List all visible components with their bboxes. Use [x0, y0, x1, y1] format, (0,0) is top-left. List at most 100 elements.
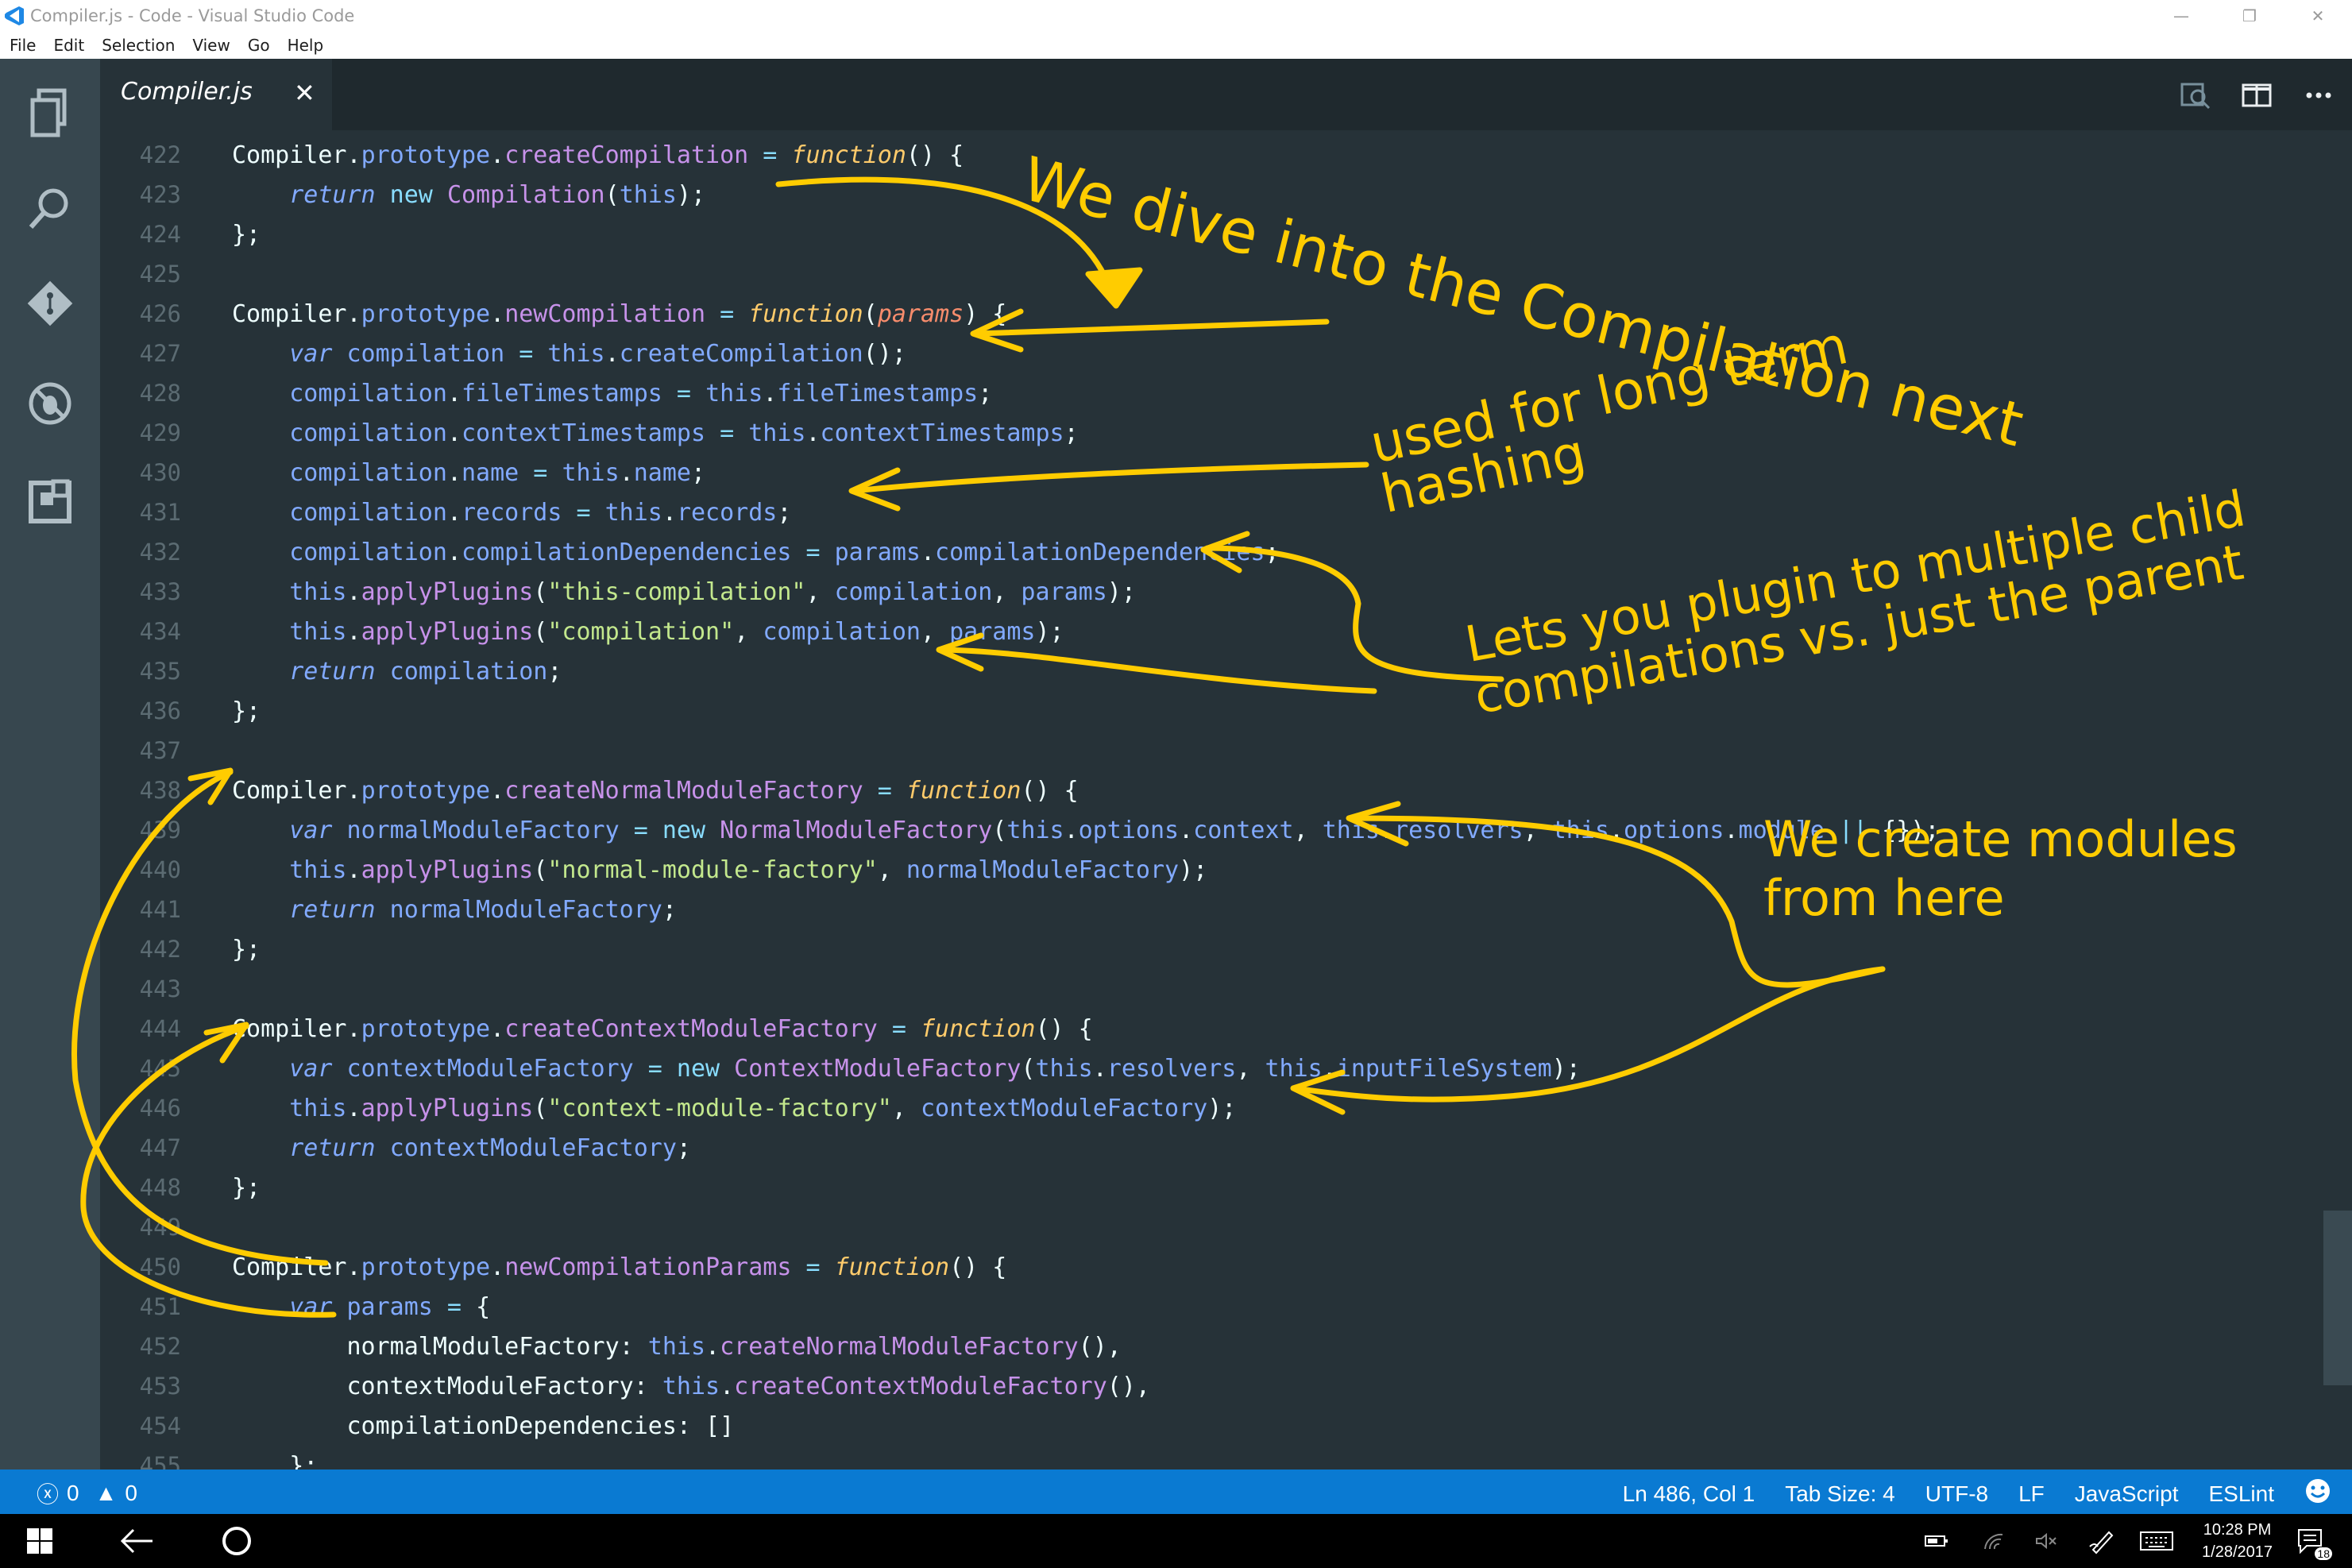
tab-compiler-js[interactable]: Compiler.js ✕ — [100, 59, 332, 130]
code-line[interactable]: normalModuleFactory: this.createNormalMo… — [232, 1328, 1121, 1365]
code-token: () { — [949, 1253, 1007, 1281]
battery-icon[interactable] — [1921, 1514, 1952, 1568]
search-icon[interactable] — [20, 178, 80, 238]
code-token: ( — [863, 300, 878, 328]
code-token: ); — [1207, 1095, 1237, 1122]
minimize-button[interactable]: — — [2147, 0, 2215, 32]
eslint-status[interactable]: ESLint — [2209, 1481, 2275, 1507]
pen-ink-icon[interactable] — [2086, 1514, 2118, 1568]
line-number: 451 — [139, 1293, 181, 1320]
code-line[interactable]: compilation.compilationDependencies = pa… — [232, 534, 1279, 571]
wifi-icon[interactable] — [1978, 1514, 2010, 1568]
end-of-line[interactable]: LF — [2018, 1481, 2045, 1507]
code-editor[interactable]: 422 423 424 425 426 427 428 429 430 431 432 433 434 4… — [100, 130, 2352, 1470]
code-line[interactable]: return new Compilation(this); — [232, 176, 705, 214]
code-line[interactable]: }; — [232, 216, 261, 253]
code-line[interactable]: var contextModuleFactory = new ContextMo… — [232, 1050, 1581, 1087]
menu-help[interactable]: Help — [288, 36, 324, 55]
code-token: , — [805, 578, 835, 606]
code-token: . — [720, 1373, 735, 1400]
volume-icon[interactable] — [2030, 1514, 2062, 1568]
code-line[interactable]: }; — [232, 1447, 318, 1470]
code-token: "this-compilation" — [547, 578, 806, 606]
line-number: 448 — [139, 1174, 181, 1201]
line-number: 446 — [139, 1095, 181, 1122]
code-line[interactable]: compilation.contextTimestamps = this.con… — [232, 415, 1078, 452]
back-arrow-icon[interactable] — [113, 1514, 160, 1568]
split-editor-icon[interactable] — [2234, 78, 2279, 113]
code-token: params — [1021, 578, 1107, 606]
code-line[interactable]: compilation.fileTimestamps = this.fileTi… — [232, 375, 992, 412]
restore-button[interactable]: ❐ — [2215, 0, 2284, 32]
menu-file[interactable]: File — [10, 36, 36, 55]
open-preview-icon[interactable] — [2172, 78, 2217, 113]
code-line[interactable]: var compilation = this.createCompilation… — [232, 335, 906, 373]
code-line[interactable]: }; — [232, 1169, 261, 1207]
code-line[interactable]: compilationDependencies: [] — [232, 1408, 734, 1445]
search-circle-icon[interactable] — [213, 1514, 261, 1568]
code-line[interactable]: var normalModuleFactory = new NormalModu… — [232, 812, 1939, 849]
clock-date: 1/28/2017 — [2202, 1543, 2273, 1561]
code-line[interactable]: Compiler.prototype.createContextModuleFa… — [232, 1010, 1093, 1048]
code-line[interactable]: this.applyPlugins("normal-module-factory… — [232, 852, 1207, 889]
code-line[interactable]: }; — [232, 931, 261, 968]
menu-edit[interactable]: Edit — [53, 36, 84, 55]
code-line[interactable]: Compiler.prototype.newCompilationParams … — [232, 1249, 1006, 1286]
close-tab-icon[interactable]: ✕ — [294, 78, 315, 108]
code-line[interactable]: return normalModuleFactory; — [232, 891, 677, 929]
code-line[interactable]: this.applyPlugins("this-compilation", co… — [232, 574, 1136, 611]
close-window-button[interactable]: ✕ — [2284, 0, 2352, 32]
line-number: 424 — [139, 221, 181, 248]
code-line[interactable]: Compiler.prototype.createCompilation = f… — [232, 137, 964, 174]
code-token: ; — [691, 459, 706, 487]
code-line[interactable]: return compilation; — [232, 653, 562, 690]
menu-view[interactable]: View — [192, 36, 230, 55]
code-token: ; — [777, 499, 792, 527]
code-line[interactable]: this.applyPlugins("context-module-factor… — [232, 1090, 1236, 1127]
code-token: createNormalModuleFactory — [720, 1333, 1079, 1361]
vertical-scrollbar[interactable] — [2323, 1211, 2352, 1385]
menu-go[interactable]: Go — [248, 36, 270, 55]
code-line[interactable]: var params = { — [232, 1288, 490, 1326]
more-actions-icon[interactable] — [2296, 78, 2341, 113]
code-token: compilation — [375, 658, 548, 686]
code-line[interactable]: contextModuleFactory: this.createContext… — [232, 1368, 1150, 1405]
code-line[interactable]: this.applyPlugins("compilation", compila… — [232, 613, 1064, 651]
action-center-icon[interactable]: 18 — [2288, 1514, 2335, 1568]
source-control-icon[interactable] — [20, 273, 80, 334]
code-line[interactable]: Compiler.prototype.newCompilation = func… — [232, 295, 1006, 333]
feedback-smiley-icon[interactable] — [2304, 1477, 2331, 1510]
debug-icon[interactable] — [20, 373, 80, 434]
code-token: = — [748, 141, 792, 169]
explorer-icon[interactable] — [20, 83, 80, 143]
problems-indicator[interactable]: ⓧ 0 ▲ 0 — [37, 1477, 137, 1509]
code-token: this — [662, 1373, 720, 1400]
tab-size[interactable]: Tab Size: 4 — [1785, 1481, 1895, 1507]
code-token: return — [289, 896, 376, 924]
menu-selection[interactable]: Selection — [102, 36, 175, 55]
code-line[interactable]: Compiler.prototype.createNormalModuleFac… — [232, 772, 1079, 809]
cursor-position[interactable]: Ln 486, Col 1 — [1623, 1481, 1755, 1507]
language-mode[interactable]: JavaScript — [2075, 1481, 2179, 1507]
code-line[interactable]: compilation.name = this.name; — [232, 454, 705, 492]
keyboard-icon[interactable] — [2137, 1514, 2176, 1568]
code-token: ); — [1035, 618, 1064, 646]
code-token: (), — [1106, 1373, 1150, 1400]
windows-start-icon[interactable] — [17, 1514, 62, 1568]
code-token: this — [547, 340, 605, 368]
code-line[interactable]: return contextModuleFactory; — [232, 1130, 691, 1167]
extensions-icon[interactable] — [20, 472, 80, 532]
code-token: function — [920, 1015, 1036, 1043]
system-clock[interactable]: 10:28 PM 1/28/2017 — [2202, 1519, 2273, 1563]
status-bar: ⓧ 0 ▲ 0 Ln 486, Col 1 Tab Size: 4 UTF-8 … — [0, 1470, 2352, 1514]
line-number: 447 — [139, 1134, 181, 1161]
code-line[interactable]: compilation.records = this.records; — [232, 494, 791, 531]
code-token: . — [346, 1095, 361, 1122]
encoding[interactable]: UTF-8 — [1925, 1481, 1988, 1507]
code-line[interactable]: }; — [232, 693, 261, 730]
code-token: return — [289, 1134, 376, 1162]
